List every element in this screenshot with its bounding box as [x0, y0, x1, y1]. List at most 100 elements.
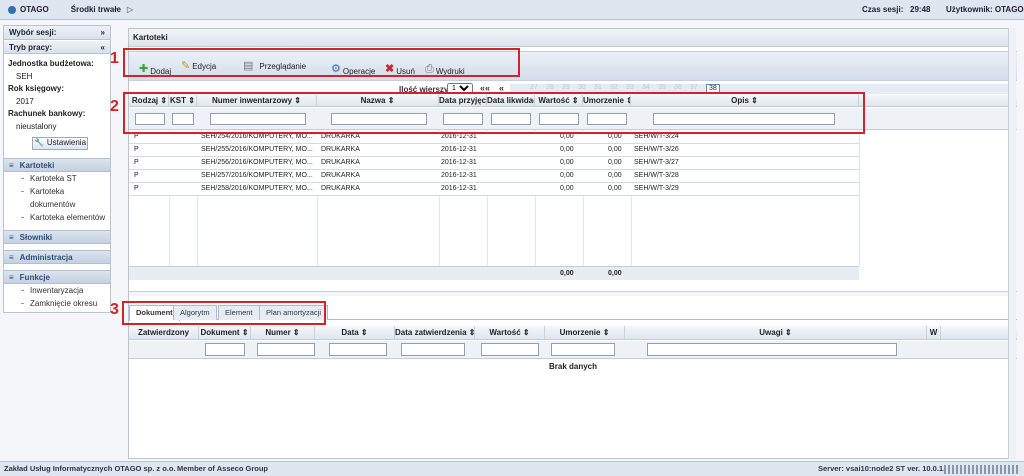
section-bullet-icon: ≡	[9, 272, 14, 282]
dfilter-data-input[interactable]	[329, 343, 387, 356]
summary-umorzenie: 0,00	[608, 270, 622, 277]
user-value: OTAGO	[994, 5, 1024, 14]
table-row[interactable]: P SEH/256/2016/KOMPUTERY, MO... DRUKARKA…	[129, 157, 859, 170]
page-link[interactable]: 33	[626, 84, 634, 91]
dfilter-numer-input[interactable]	[257, 343, 315, 356]
section-bullet-icon: ≡	[9, 232, 14, 242]
cell-data: 2016-12-31	[441, 146, 477, 153]
dcol-zatwierdzony[interactable]: Zatwierdzony	[129, 326, 199, 339]
menu-section-funkcje[interactable]: ≡ Funkcje	[4, 270, 110, 284]
footer: Zakład Usług Informatycznych OTAGO sp. z…	[0, 461, 1024, 476]
dfilter-umorzenie-input[interactable]	[551, 343, 615, 356]
page-link[interactable]: 37	[690, 84, 698, 91]
session-timer: Czas sesji: 29:48	[862, 5, 931, 14]
settings-button[interactable]: 🔧 Ustawienia	[32, 137, 88, 150]
cell-numer: SEH/257/2016/KOMPUTERY, MO...	[201, 172, 313, 179]
menu-item-inwentaryzacja[interactable]: Inwentaryzacja	[4, 284, 110, 297]
top-bar: OTAGO Środki trwałe ▷ Czas sesji: 29:48 …	[0, 0, 1024, 20]
context-info: Jednostka budżetowa: SEH Rok księgowy: 2…	[4, 54, 110, 154]
cell-wartosc: 0,00	[560, 146, 574, 153]
menu-item-kartoteka-st[interactable]: Kartoteka ST	[4, 172, 110, 185]
page-link[interactable]: 34	[642, 84, 650, 91]
page-link[interactable]: 27	[530, 84, 538, 91]
session-choice-header[interactable]: Wybór sesji: »	[4, 26, 110, 40]
annotation-number: 2	[110, 98, 119, 115]
section-bullet-icon: ≡	[9, 252, 14, 262]
dcol-dokument[interactable]: Dokument ⇕	[199, 326, 251, 339]
dcol-w[interactable]: W	[927, 326, 941, 339]
dfilter-data-zatwierdzenia-input[interactable]	[401, 343, 465, 356]
col-label: Data	[341, 328, 359, 337]
cell-umorzenie: 0,00	[608, 185, 622, 192]
page-link[interactable]: 30	[578, 84, 586, 91]
collapse-icon[interactable]: «	[101, 43, 105, 52]
menu-section-administracja[interactable]: ≡ Administracja	[4, 250, 110, 264]
table-body: P SEH/254/2016/KOMPUTERY, MO... DRUKARKA…	[129, 130, 1017, 266]
section-bullet-icon: ≡	[9, 160, 14, 170]
page-link[interactable]: 32	[610, 84, 618, 91]
dcol-data[interactable]: Data ⇕	[315, 326, 395, 339]
cell-nazwa: DRUKARKA	[321, 172, 360, 179]
cell-rodzaj: P	[134, 185, 139, 192]
brand[interactable]: OTAGO	[8, 5, 49, 14]
annotation-box-toolbar	[123, 48, 520, 77]
annotation-box-table-header	[123, 92, 865, 134]
table-row[interactable]: P SEH/257/2016/KOMPUTERY, MO... DRUKARKA…	[129, 170, 859, 183]
vertical-scrollbar[interactable]	[1008, 28, 1016, 459]
dfilter-dokument-input[interactable]	[205, 343, 245, 356]
cell-rodzaj: P	[134, 159, 139, 166]
settings-label: Ustawienia	[46, 138, 87, 148]
cell-numer: SEH/254/2016/KOMPUTERY, MO...	[201, 133, 313, 140]
wrench-icon: 🔧	[33, 138, 44, 148]
expand-icon[interactable]: »	[101, 28, 105, 37]
menu-section-kartoteki[interactable]: ≡ Kartoteki	[4, 158, 110, 172]
page-link[interactable]: 36	[674, 84, 682, 91]
table-row[interactable]: P SEH/255/2016/KOMPUTERY, MO... DRUKARKA…	[129, 144, 859, 157]
section-title: Kartoteki	[19, 160, 55, 170]
cell-nazwa: DRUKARKA	[321, 133, 360, 140]
menu-section-slowniki[interactable]: ≡ Słowniki	[4, 230, 110, 244]
detail-table-header: Zatwierdzony Dokument ⇕ Numer ⇕ Data ⇕ D…	[129, 326, 1017, 340]
page-link[interactable]: 31	[594, 84, 602, 91]
page-link[interactable]: 35	[658, 84, 666, 91]
col-label: Umorzenie	[559, 328, 601, 337]
dfilter-uwagi-input[interactable]	[647, 343, 897, 356]
col-label: Uwagi	[759, 328, 783, 337]
work-mode-header[interactable]: Tryb pracy: «	[4, 40, 110, 54]
cell-data: 2016-12-31	[441, 133, 477, 140]
menu-item-kartoteka-dokumentow[interactable]: Kartoteka dokumentów	[4, 185, 110, 211]
cell-opis: SEH/W/T-3/28	[634, 172, 679, 179]
cell-opis: SEH/W/T-3/29	[634, 185, 679, 192]
menu-item-kartoteka-elementow[interactable]: Kartoteka elementów	[4, 211, 110, 224]
cell-wartosc: 0,00	[560, 159, 574, 166]
cell-wartosc: 0,00	[560, 185, 574, 192]
app-title[interactable]: Środki trwałe	[71, 5, 121, 14]
cell-umorzenie: 0,00	[608, 146, 622, 153]
brand-label: OTAGO	[20, 5, 49, 14]
cell-umorzenie: 0,00	[608, 159, 622, 166]
col-label: Numer	[265, 328, 291, 337]
dcol-wartosc[interactable]: Wartość ⇕	[475, 326, 545, 339]
cell-rodzaj: P	[134, 172, 139, 179]
col-label: Data zatwierdzenia	[395, 328, 467, 337]
current-user: Użytkownik: OTAGO	[946, 5, 1024, 14]
dcol-uwagi[interactable]: Uwagi ⇕	[625, 326, 927, 339]
dfilter-wartosc-input[interactable]	[481, 343, 539, 356]
unit-label: Jednostka budżetowa:	[8, 59, 94, 68]
splitter-handle[interactable]	[129, 291, 1017, 296]
page-link[interactable]: 28	[546, 84, 554, 91]
dcol-umorzenie[interactable]: Umorzenie ⇕	[545, 326, 625, 339]
dcol-data-zatwierdzenia[interactable]: Data zatwierdzenia ⇕	[395, 326, 475, 339]
cell-nazwa: DRUKARKA	[321, 159, 360, 166]
table-row[interactable]: P SEH/258/2016/KOMPUTERY, MO... DRUKARKA…	[129, 183, 859, 196]
cell-opis: SEH/W/T-3/27	[634, 159, 679, 166]
col-divider	[859, 130, 860, 266]
detail-filter-row	[129, 341, 1017, 359]
cell-umorzenie: 0,00	[608, 133, 622, 140]
dcol-numer[interactable]: Numer ⇕	[251, 326, 315, 339]
sidebar: Wybór sesji: » Tryb pracy: « Jednostka bud…	[3, 25, 111, 313]
menu-item-zamkniecie-okresu[interactable]: Zamknięcie okresu	[4, 297, 110, 310]
page-link[interactable]: 29	[562, 84, 570, 91]
annotation-number: 1	[110, 50, 119, 67]
cell-data: 2016-12-31	[441, 172, 477, 179]
